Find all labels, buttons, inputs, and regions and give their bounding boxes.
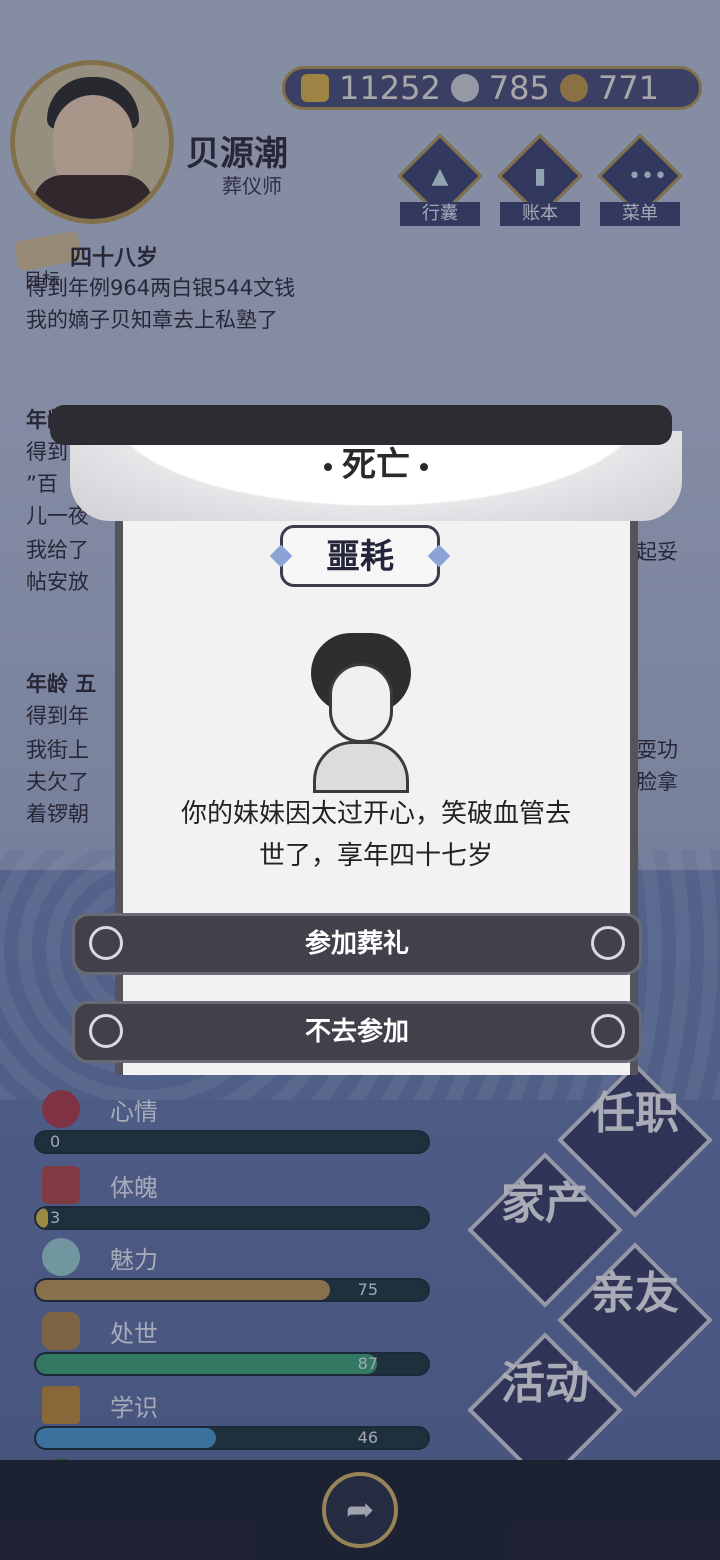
death-message: 你的妹妹因太过开心，笑破血管去 世了，享年四十七岁 [132, 793, 620, 877]
death-message-line2: 世了，享年四十七岁 [258, 841, 493, 871]
skip-funeral-button[interactable]: 不去参加 [72, 1001, 642, 1063]
attend-funeral-button[interactable]: 参加葬礼 [72, 913, 642, 975]
cloud-ornament-icon [89, 926, 123, 960]
title-dot-right [420, 462, 428, 471]
dialog-title-text: 死亡 [342, 445, 410, 485]
attend-funeral-label: 参加葬礼 [304, 929, 409, 959]
death-message-line1: 你的妹妹因太过开心，笑破血管去 [180, 799, 571, 829]
news-badge: 噩耗 [280, 525, 440, 587]
cloud-ornament-icon [591, 926, 625, 960]
cloud-ornament-icon [89, 1014, 123, 1048]
cloud-ornament-icon [591, 1014, 625, 1048]
skip-funeral-label: 不去参加 [304, 1017, 409, 1047]
portrait-body [313, 741, 409, 793]
sister-portrait [301, 623, 421, 793]
portrait-face [329, 663, 393, 743]
death-dialog: 死亡 噩耗 你的妹妹因太过开心，笑破血管去 世了，享年四十七岁 参加葬礼 不去参… [50, 405, 682, 1095]
title-dot-left [324, 462, 332, 471]
dialog-title: 死亡 [80, 437, 672, 486]
